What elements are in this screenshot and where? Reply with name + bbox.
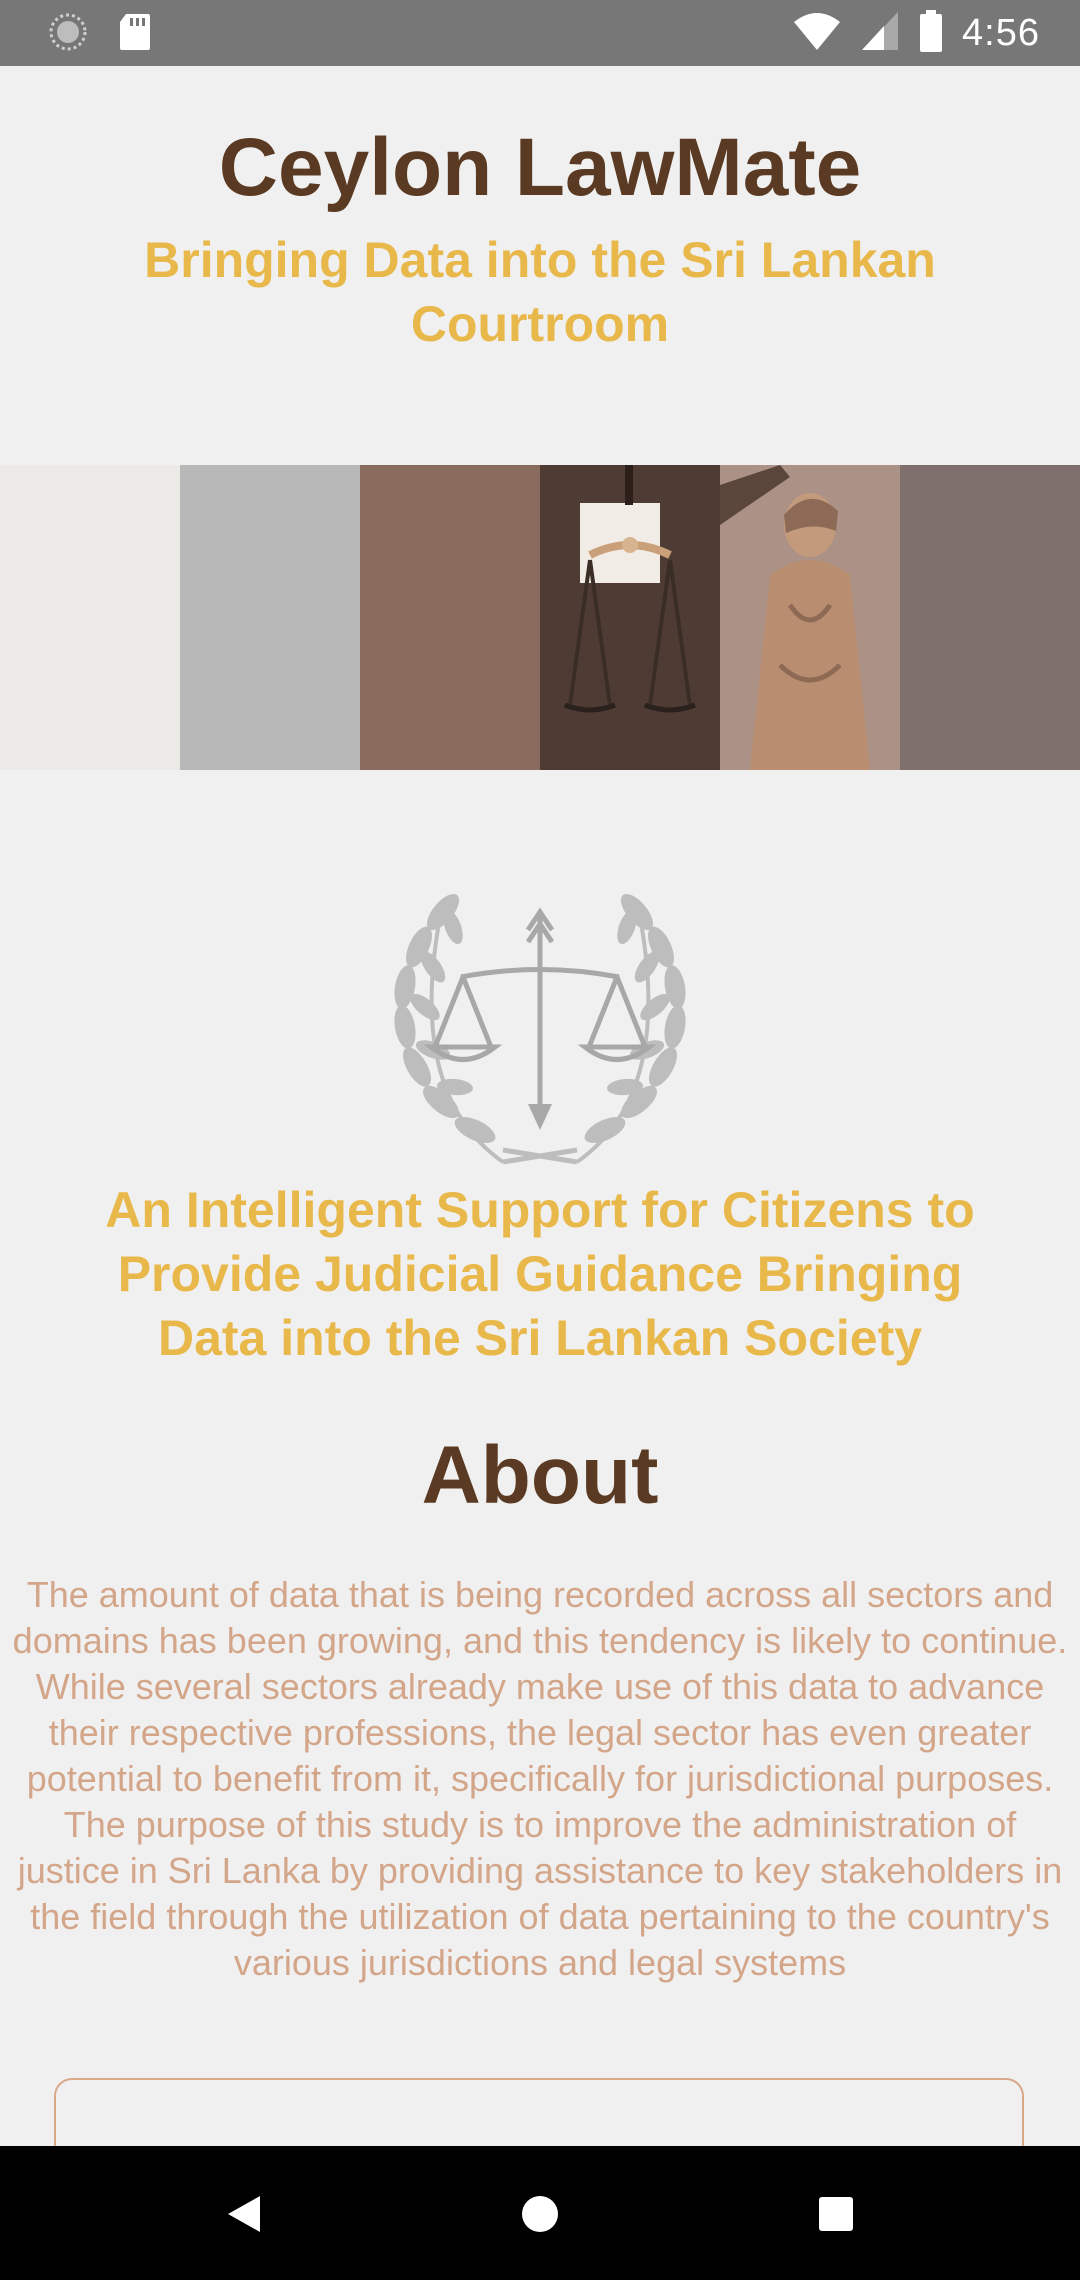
about-heading: About (421, 1430, 659, 1521)
banner-strip-scales (540, 465, 720, 770)
loading-icon (48, 12, 88, 57)
status-time: 4:56 (962, 12, 1040, 54)
sd-card-icon (118, 12, 152, 57)
scales-laurel-icon (383, 872, 697, 1172)
tagline: An Intelligent Support for Citizens to P… (105, 1182, 975, 1366)
home-icon[interactable] (510, 2184, 570, 2244)
app-title: Ceylon LawMate (218, 122, 862, 213)
screen: 4:56 Ceylon LawMate Bringing Data into t… (0, 0, 1080, 2280)
about-text: The amount of data that is being recorde… (12, 1574, 1068, 1983)
battery-icon (918, 8, 944, 59)
back-icon[interactable] (214, 2184, 274, 2244)
signal-icon (860, 8, 900, 59)
recents-icon[interactable] (806, 2184, 866, 2244)
navigation-bar (0, 2146, 1080, 2280)
banner-strip (900, 465, 1080, 770)
lady-justice-banner (0, 465, 1080, 770)
banner-strip (0, 465, 180, 770)
banner-strip-statue (720, 465, 900, 770)
app-subtitle: Bringing Data into the Sri Lankan Courtr… (144, 232, 936, 352)
status-bar: 4:56 (0, 0, 1080, 66)
banner-strip (360, 465, 540, 770)
wifi-icon (792, 8, 842, 59)
banner-strip (180, 465, 360, 770)
